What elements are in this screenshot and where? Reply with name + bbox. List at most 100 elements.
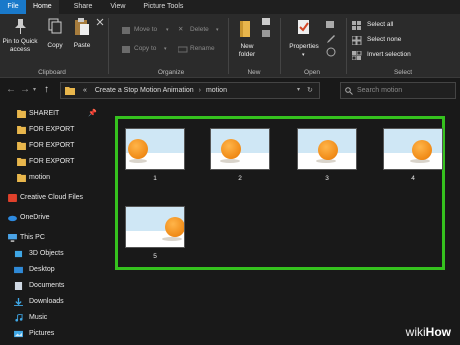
- chevron-right-icon: ›: [198, 87, 201, 94]
- organize-group-label: Organize: [157, 69, 185, 76]
- sidebar-item-music[interactable]: Music: [0, 310, 110, 326]
- watermark-text: wiki: [405, 325, 426, 339]
- sidebar-item-for-export[interactable]: FOR EXPORT: [0, 138, 110, 154]
- image-thumbnail: [125, 206, 185, 248]
- properties-icon: [298, 20, 309, 34]
- pin-icon: [15, 19, 26, 34]
- file-item[interactable]: 2: [210, 128, 270, 182]
- select-all-label: Select all: [367, 21, 394, 28]
- onedrive-icon: [8, 215, 17, 222]
- address-dropdown-icon[interactable]: ▾: [297, 83, 300, 98]
- up-arrow-icon[interactable]: ↑: [44, 83, 49, 97]
- paste-icon: [75, 18, 89, 35]
- file-name: 4: [411, 175, 415, 182]
- sidebar-item-desktop[interactable]: Desktop: [0, 262, 110, 278]
- address-row: ← → ▾ ↑ « Create a Stop Motion Animation…: [0, 79, 460, 103]
- sidebar-item-label: Pictures: [29, 330, 55, 337]
- sidebar-item-3d-objects[interactable]: 3D Objects: [0, 246, 110, 262]
- move-to-label: Move to: [134, 26, 158, 33]
- group-open: Properties ▾ Open: [282, 14, 342, 78]
- sidebar-item-onedrive[interactable]: OneDrive: [0, 210, 110, 226]
- file-item[interactable]: 5: [125, 206, 185, 260]
- copy-icon: [48, 18, 62, 34]
- folder-icon: [17, 174, 26, 182]
- tab-home[interactable]: Home: [26, 0, 59, 14]
- sidebar-item-label: Creative Cloud Files: [20, 194, 84, 201]
- copy-label: Copy: [47, 42, 63, 49]
- image-thumbnail: [297, 128, 357, 170]
- search-icon: [345, 87, 353, 95]
- tab-view[interactable]: View: [103, 0, 132, 14]
- sidebar-item-label: motion: [29, 174, 51, 181]
- folder-icon: [17, 158, 26, 166]
- folder-icon: [17, 126, 26, 134]
- properties-label: Properties: [289, 43, 319, 50]
- breadcrumb-item[interactable]: motion: [206, 87, 227, 94]
- breadcrumb-item[interactable]: Create a Stop Motion Animation: [95, 87, 194, 94]
- group-select: Select all Select none Invert selection …: [350, 14, 456, 78]
- back-arrow-icon[interactable]: ←: [6, 83, 16, 97]
- chevron-down-icon: ▾: [164, 46, 167, 52]
- cut-icon: [96, 18, 104, 26]
- invert-selection-icon: [352, 51, 362, 60]
- file-name: 3: [325, 175, 329, 182]
- ribbon-divider: [346, 18, 347, 74]
- sidebar-item-label: This PC: [20, 234, 45, 241]
- chevron-down-icon: ▾: [166, 27, 169, 33]
- sidebar-item-downloads[interactable]: Downloads: [0, 294, 110, 310]
- pin-label-1: Pin to Quick: [2, 38, 38, 45]
- breadcrumb-prefix: «: [83, 87, 87, 94]
- tab-picture-tools[interactable]: Picture Tools: [136, 0, 190, 14]
- new-folder-label-2: folder: [238, 51, 256, 58]
- file-item[interactable]: 4: [383, 128, 443, 182]
- file-name: 5: [153, 253, 157, 260]
- creative-cloud-icon: [8, 194, 17, 202]
- sidebar-item-pictures[interactable]: Pictures: [0, 326, 110, 342]
- edit-icon[interactable]: [326, 34, 336, 44]
- sidebar-item-creative-cloud[interactable]: Creative Cloud Files: [0, 190, 110, 206]
- tab-share[interactable]: Share: [67, 0, 100, 14]
- delete-icon: ✕: [178, 26, 184, 33]
- ribbon-divider: [228, 18, 229, 74]
- sidebar-item-label: Documents: [29, 282, 65, 289]
- sidebar-item-label: Downloads: [29, 298, 64, 305]
- easy-access-icon[interactable]: [262, 30, 274, 38]
- sidebar-item-motion[interactable]: motion: [0, 170, 110, 186]
- paste-label: Paste: [73, 42, 91, 49]
- open-group-label: Open: [304, 69, 320, 76]
- group-organize: Move to ▾ Copy to ▾ ✕ Delete ▾ Rename Or…: [112, 14, 230, 78]
- sidebar-item-for-export[interactable]: FOR EXPORT: [0, 122, 110, 138]
- select-none-icon: [352, 36, 362, 45]
- new-folder-icon: [240, 21, 250, 37]
- watermark: wikiHow: [406, 325, 451, 339]
- sidebar-item-for-export[interactable]: FOR EXPORT: [0, 154, 110, 170]
- sidebar-item-shareit[interactable]: SHAREIT 📌: [0, 106, 110, 122]
- sidebar-item-documents[interactable]: Documents: [0, 278, 110, 294]
- open-icon[interactable]: [326, 20, 336, 30]
- ribbon-divider: [108, 18, 109, 74]
- file-item[interactable]: 3: [297, 128, 357, 182]
- file-item[interactable]: 1: [125, 128, 185, 182]
- new-item-icon[interactable]: [262, 18, 274, 26]
- address-bar[interactable]: « Create a Stop Motion Animation › motio…: [60, 82, 320, 99]
- select-all-icon: [352, 21, 361, 30]
- group-clipboard: Pin to Quick access Copy Paste Clipboard: [0, 14, 104, 78]
- forward-arrow-icon[interactable]: →: [20, 83, 30, 97]
- pc-icon: [8, 234, 17, 242]
- refresh-icon[interactable]: ↻: [307, 83, 313, 98]
- file-name: 1: [153, 175, 157, 182]
- pin-icon: 📌: [88, 110, 97, 117]
- watermark-text: How: [425, 325, 451, 339]
- folder-icon: [65, 87, 75, 95]
- ribbon-divider: [280, 18, 281, 74]
- tab-file[interactable]: File: [0, 0, 26, 14]
- pin-label-2: access: [9, 46, 31, 53]
- search-input[interactable]: Search motion: [340, 82, 456, 99]
- recent-locations-chevron-icon[interactable]: ▾: [33, 83, 36, 97]
- copy-to-icon: [122, 46, 130, 53]
- sidebar-item-this-pc[interactable]: This PC: [0, 230, 110, 246]
- sidebar-item-label: OneDrive: [20, 214, 50, 221]
- history-icon[interactable]: [326, 47, 336, 57]
- folder-icon: [17, 110, 26, 118]
- delete-label: Delete: [190, 26, 209, 33]
